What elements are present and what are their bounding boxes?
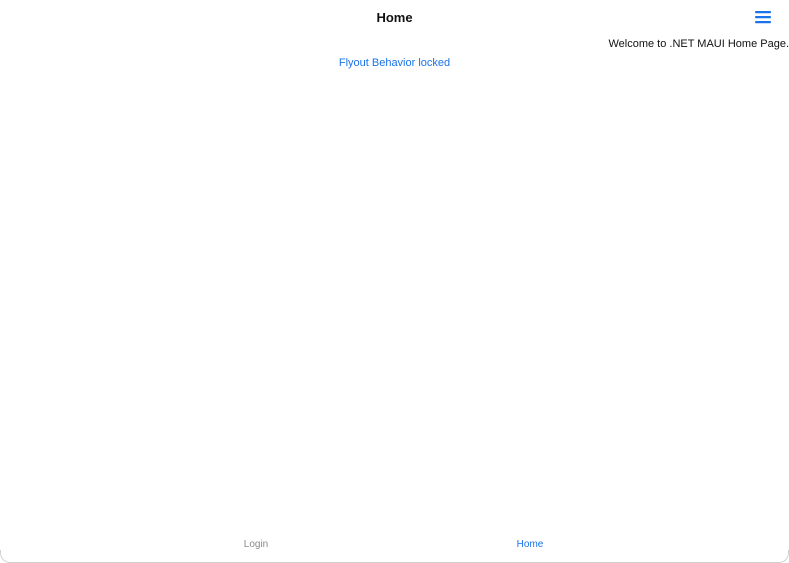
page-title: Home xyxy=(376,10,413,25)
hamburger-menu-button[interactable] xyxy=(753,8,773,26)
tab-bar: Login Home xyxy=(0,528,789,563)
app-window: Home Welcome to .NET MAUI Home Page. Fly… xyxy=(0,0,789,563)
hamburger-menu-icon xyxy=(755,11,771,24)
flyout-behavior-button[interactable]: Flyout Behavior locked xyxy=(0,57,789,69)
tab-login[interactable]: Login xyxy=(206,539,306,550)
welcome-text: Welcome to .NET MAUI Home Page. xyxy=(608,38,789,50)
navigation-bar: Home xyxy=(0,0,789,36)
tab-home[interactable]: Home xyxy=(480,539,580,550)
